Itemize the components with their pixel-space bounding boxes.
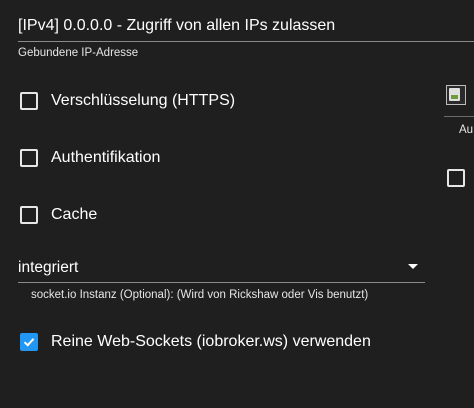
cache-checkbox[interactable] bbox=[20, 206, 38, 224]
dropdown-arrow-icon bbox=[408, 264, 418, 269]
bind-address-helper: Gebundene IP-Adresse bbox=[18, 47, 139, 59]
bind-address-select[interactable]: [IPv4] 0.0.0.0 - Zugriff von allen IPs z… bbox=[18, 10, 474, 42]
https-option[interactable]: Verschlüsselung (HTTPS) bbox=[20, 89, 235, 113]
cache-label: Cache bbox=[51, 206, 98, 223]
right-column-checkbox[interactable] bbox=[447, 169, 465, 187]
socketio-helper: socket.io Instanz (Optional): (Wird von … bbox=[31, 289, 369, 301]
cache-option[interactable]: Cache bbox=[20, 203, 97, 227]
right-column-divider bbox=[444, 116, 474, 117]
adapter-settings-panel: [IPv4] 0.0.0.0 - Zugriff von allen IPs z… bbox=[0, 0, 474, 408]
socketio-select[interactable]: integriert bbox=[18, 252, 425, 283]
broken-image-icon bbox=[446, 85, 466, 105]
auth-label: Authentifikation bbox=[51, 149, 161, 166]
auth-option[interactable]: Authentifikation bbox=[20, 146, 160, 170]
bind-address-value: [IPv4] 0.0.0.0 - Zugriff von allen IPs z… bbox=[18, 17, 336, 34]
pure-ws-option[interactable]: Reine Web-Sockets (iobroker.ws) verwende… bbox=[20, 330, 371, 354]
https-checkbox[interactable] bbox=[20, 92, 38, 110]
socketio-value: integriert bbox=[18, 259, 79, 276]
image-placeholder-icon bbox=[449, 88, 460, 101]
checkmark-icon bbox=[23, 338, 35, 347]
pure-ws-checkbox[interactable] bbox=[20, 333, 38, 351]
auth-checkbox[interactable] bbox=[20, 149, 38, 167]
right-column-label: Au bbox=[459, 124, 474, 136]
pure-ws-label: Reine Web-Sockets (iobroker.ws) verwende… bbox=[51, 333, 371, 350]
https-label: Verschlüsselung (HTTPS) bbox=[51, 92, 236, 109]
